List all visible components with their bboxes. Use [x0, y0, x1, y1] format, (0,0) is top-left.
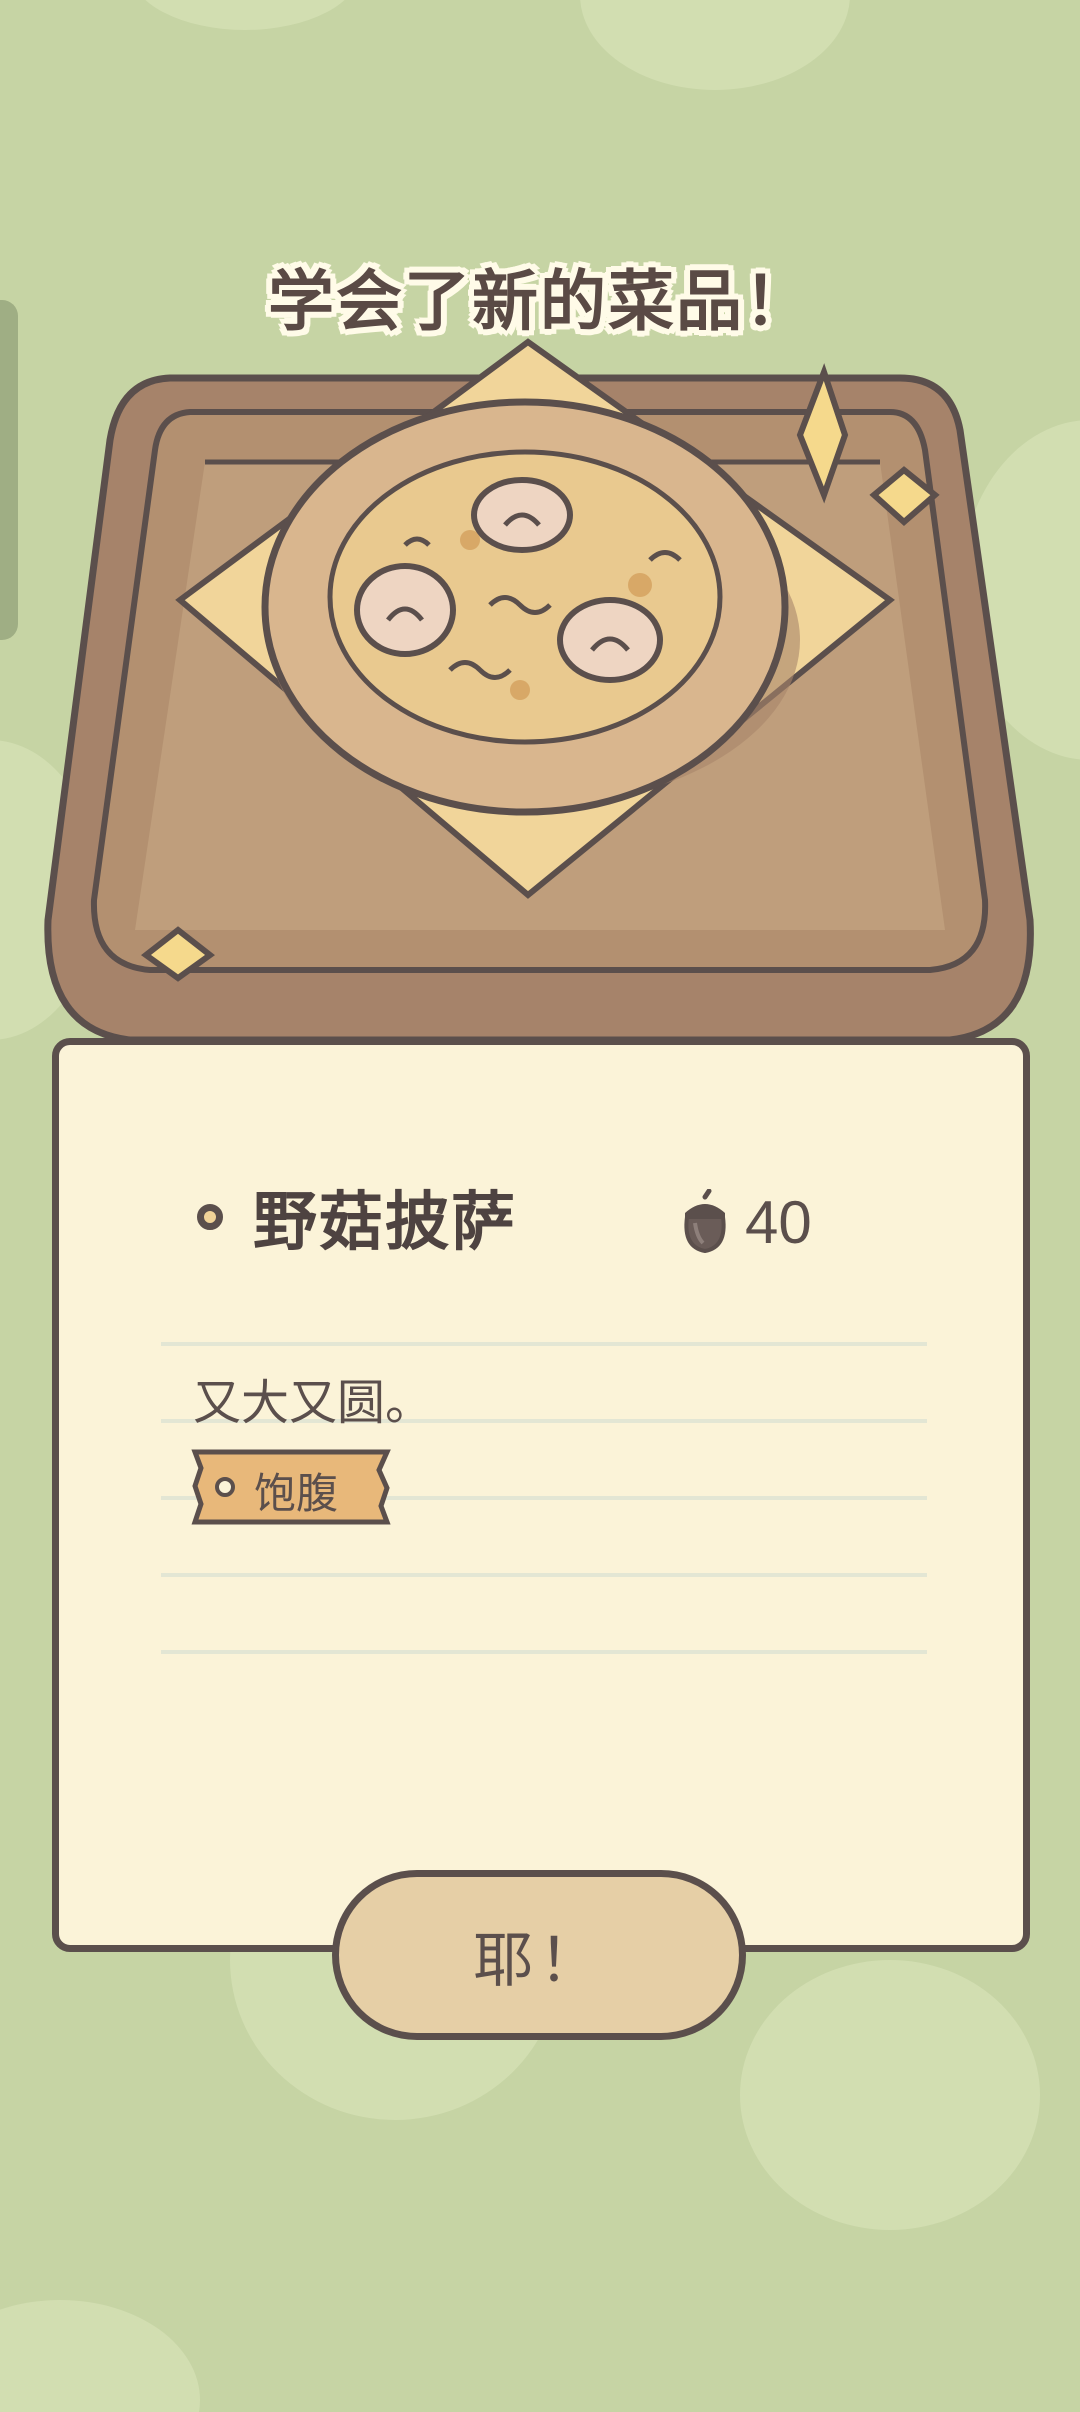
effect-tag: 饱腹 [191, 1448, 391, 1526]
dish-description: 又大又圆。 [193, 1375, 434, 1431]
bullet-icon [197, 1204, 223, 1230]
confirm-label: 耶！ [473, 1925, 605, 1996]
divider [161, 1342, 927, 1346]
popup-title: 学会了新的菜品！ [268, 263, 812, 340]
acorn-icon [684, 1189, 726, 1254]
confirm-button[interactable]: 耶！ [332, 1870, 746, 2040]
price: 40 [677, 1182, 812, 1262]
background-blob [740, 1960, 1040, 2230]
recipe-card: 野菇披萨 40 又大又圆。 饱腹 [52, 1038, 1030, 1952]
mushroom-topping [354, 563, 456, 657]
divider [161, 1573, 927, 1577]
recipe-unlocked-screen: 学会了新的菜品！ 野菇披萨 40 又大又圆。 饱腹 耶！ [0, 0, 1080, 2412]
dish-name: 野菇披萨 [253, 1186, 517, 1260]
mushroom-topping [557, 597, 663, 683]
price-value: 40 [745, 1188, 812, 1256]
dish-row: 野菇披萨 [197, 1172, 517, 1262]
divider [161, 1650, 927, 1654]
mushroom-topping [471, 477, 573, 553]
pizza-tray-illustration [44, 338, 1034, 1044]
background-blob [0, 2300, 200, 2412]
tag-label: 饱腹 [254, 1469, 339, 1518]
